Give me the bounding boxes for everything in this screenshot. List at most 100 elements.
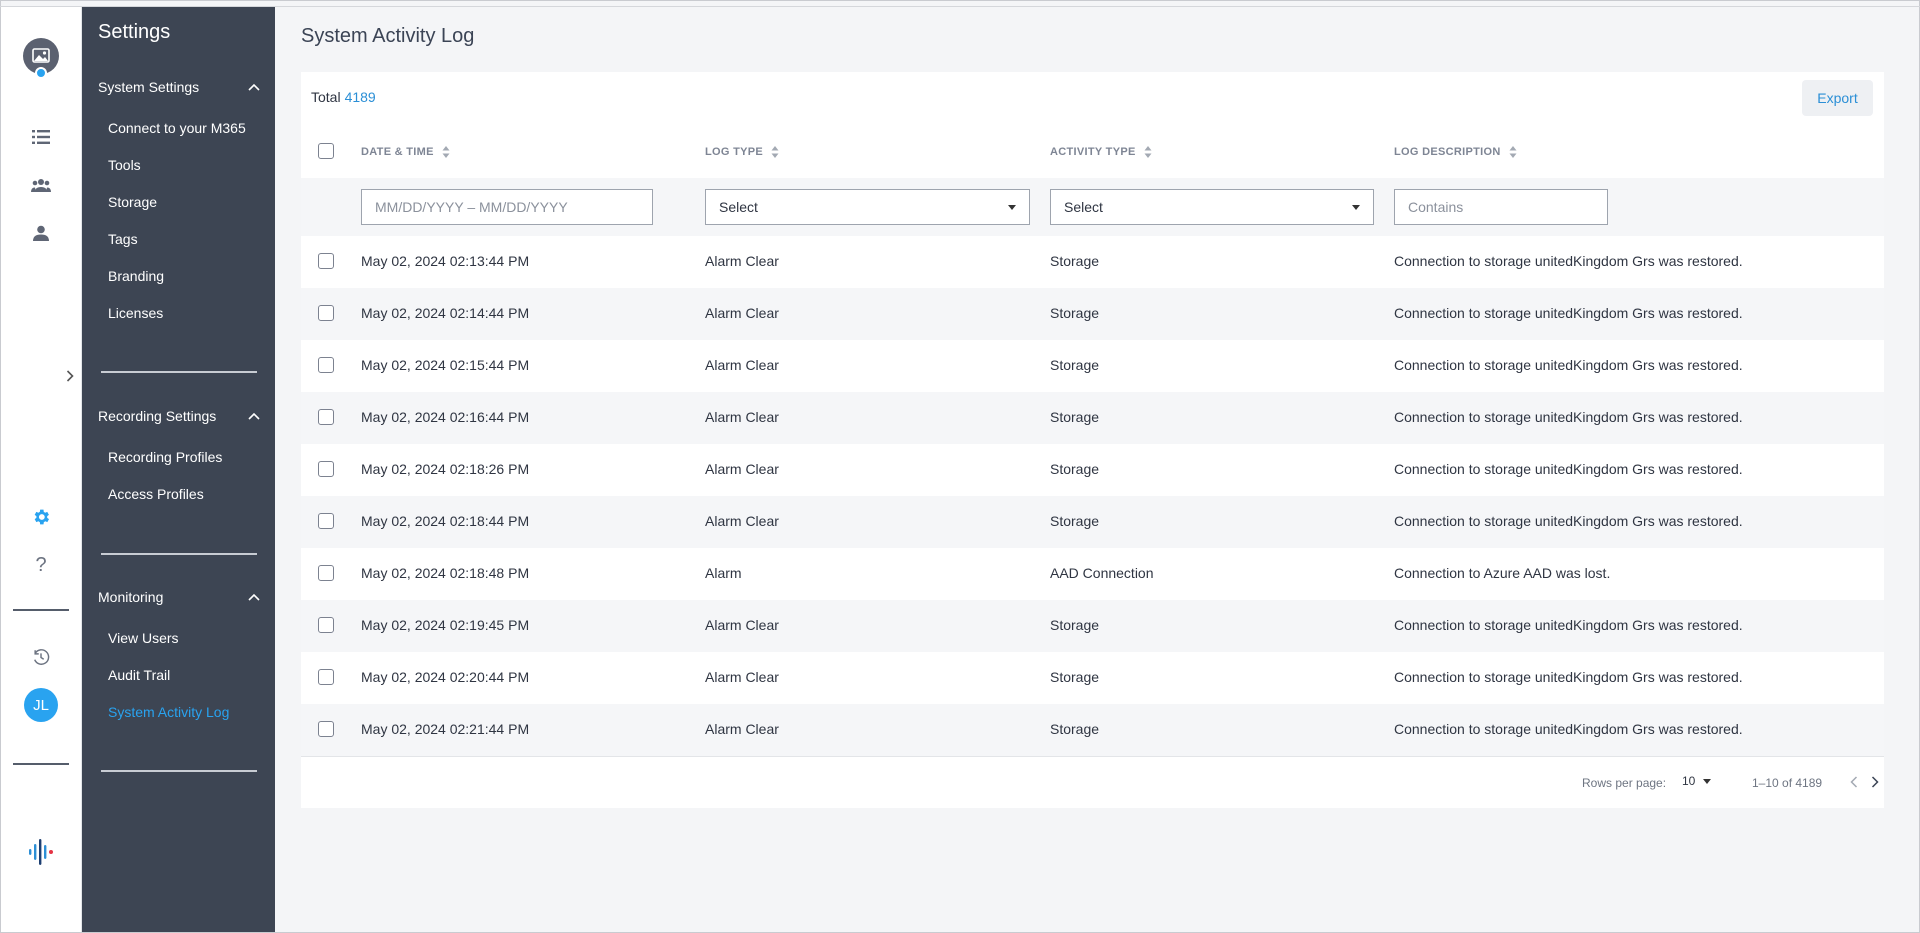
cell-activity: Storage	[1050, 305, 1100, 321]
row-checkbox[interactable]	[318, 513, 334, 529]
table-row[interactable]: May 02, 2024 02:21:44 PM Alarm Clear Stora…	[301, 704, 1884, 756]
sidebar-item-access-profiles[interactable]: Access Profiles	[108, 486, 204, 502]
sidebar-item-tools[interactable]: Tools	[108, 157, 141, 173]
column-label: DATE & TIME	[361, 146, 434, 158]
table-row[interactable]: May 02, 2024 02:19:45 PM Alarm Clear Stora…	[301, 600, 1884, 652]
cell-description: Connection to storage unitedKingdom Grs …	[1394, 721, 1743, 737]
history-icon[interactable]	[1, 645, 81, 669]
total-label: Total	[311, 89, 341, 105]
cell-activity: Storage	[1050, 357, 1100, 373]
avatar-initials: JL	[24, 688, 58, 722]
sidebar-divider	[101, 770, 257, 772]
cell-activity: Storage	[1050, 669, 1100, 685]
avatar[interactable]: JL	[1, 687, 81, 723]
cell-datetime: May 02, 2024 02:18:48 PM	[361, 565, 530, 581]
table-row[interactable]: May 02, 2024 02:20:44 PM Alarm Clear Stora…	[301, 652, 1884, 704]
cell-description: Connection to storage unitedKingdom Grs …	[1394, 617, 1743, 633]
table-row[interactable]: May 02, 2024 02:13:44 PM Alarm Clear Stora…	[301, 236, 1884, 288]
row-checkbox[interactable]	[318, 721, 334, 737]
group-label: System Settings	[98, 79, 200, 95]
table-row[interactable]: May 02, 2024 02:16:44 PM Alarm Clear Stora…	[301, 392, 1884, 444]
prev-page-icon[interactable]	[1846, 773, 1862, 791]
sidebar-item-recording-profiles[interactable]: Recording Profiles	[108, 449, 222, 465]
total-value: 4189	[344, 89, 376, 105]
row-checkbox[interactable]	[318, 617, 334, 633]
sidebar-divider	[101, 371, 257, 373]
cell-datetime: May 02, 2024 02:16:44 PM	[361, 409, 530, 425]
cell-activity: Storage	[1050, 513, 1100, 529]
date-range-input[interactable]	[361, 189, 653, 225]
table-row[interactable]: May 02, 2024 02:18:44 PM Alarm Clear Stora…	[301, 496, 1884, 548]
cell-description: Connection to storage unitedKingdom Grs …	[1394, 357, 1743, 373]
table-row[interactable]: May 02, 2024 02:15:44 PM Alarm Clear Stora…	[301, 340, 1884, 392]
rows-per-page-value: 10	[1682, 774, 1696, 788]
row-checkbox[interactable]	[318, 305, 334, 321]
expand-chevron-icon[interactable]	[61, 365, 79, 387]
select-all-checkbox[interactable]	[318, 143, 334, 159]
cell-log-type: Alarm Clear	[705, 253, 779, 269]
rows-per-page-select[interactable]: 10	[1682, 774, 1712, 788]
export-button[interactable]: Export	[1802, 80, 1873, 116]
cell-datetime: May 02, 2024 02:15:44 PM	[361, 357, 530, 373]
sort-icon	[442, 146, 450, 158]
select-value: Select	[719, 199, 758, 215]
log-type-select[interactable]: Select	[705, 189, 1030, 225]
cell-log-type: Alarm Clear	[705, 357, 779, 373]
sidebar-item-connect-m365[interactable]: Connect to your M365	[108, 120, 246, 136]
table-row[interactable]: May 02, 2024 02:18:26 PM Alarm Clear Stora…	[301, 444, 1884, 496]
row-checkbox[interactable]	[318, 461, 334, 477]
rail-divider	[13, 609, 69, 611]
sidebar-item-audit-trail[interactable]: Audit Trail	[108, 667, 170, 683]
column-label: ACTIVITY TYPE	[1050, 146, 1136, 158]
select-value: Select	[1064, 199, 1103, 215]
cell-datetime: May 02, 2024 02:13:44 PM	[361, 253, 530, 269]
cell-datetime: May 02, 2024 02:19:45 PM	[361, 617, 530, 633]
sidebar-title: Settings	[98, 21, 171, 43]
gear-icon[interactable]	[1, 505, 81, 529]
image-icon[interactable]	[1, 37, 81, 81]
cell-activity: Storage	[1050, 721, 1100, 737]
list-icon[interactable]	[1, 125, 81, 149]
help-icon[interactable]: ?	[1, 553, 81, 577]
cell-activity: Storage	[1050, 409, 1100, 425]
sidebar-item-system-activity-log[interactable]: System Activity Log	[108, 704, 229, 720]
brand-logo	[1, 837, 81, 867]
cell-description: Connection to storage unitedKingdom Grs …	[1394, 669, 1743, 685]
group-monitoring[interactable]: Monitoring	[98, 589, 260, 605]
row-checkbox[interactable]	[318, 409, 334, 425]
cell-activity: Storage	[1050, 253, 1100, 269]
cell-datetime: May 02, 2024 02:20:44 PM	[361, 669, 530, 685]
table-row[interactable]: May 02, 2024 02:18:48 PM Alarm AAD Connect…	[301, 548, 1884, 600]
sidebar-divider	[101, 553, 257, 555]
sidebar-item-view-users[interactable]: View Users	[108, 630, 179, 646]
column-header-activity-type[interactable]: ACTIVITY TYPE	[1050, 145, 1152, 159]
group-system-settings[interactable]: System Settings	[98, 79, 260, 95]
activity-type-select[interactable]: Select	[1050, 189, 1374, 225]
row-checkbox[interactable]	[318, 253, 334, 269]
cell-log-type: Alarm Clear	[705, 409, 779, 425]
row-checkbox[interactable]	[318, 669, 334, 685]
cell-datetime: May 02, 2024 02:21:44 PM	[361, 721, 530, 737]
cell-description: Connection to storage unitedKingdom Grs …	[1394, 513, 1743, 529]
row-checkbox[interactable]	[318, 357, 334, 373]
person-icon[interactable]	[1, 221, 81, 245]
sidebar-item-storage[interactable]: Storage	[108, 194, 157, 210]
column-header-log-type[interactable]: LOG TYPE	[705, 145, 779, 159]
description-filter-input[interactable]	[1394, 189, 1608, 225]
sidebar-item-licenses[interactable]: Licenses	[108, 305, 163, 321]
cell-activity: Storage	[1050, 617, 1100, 633]
sidebar-item-branding[interactable]: Branding	[108, 268, 164, 284]
row-checkbox[interactable]	[318, 565, 334, 581]
cell-log-type: Alarm Clear	[705, 461, 779, 477]
cell-log-type: Alarm Clear	[705, 721, 779, 737]
table-row[interactable]: May 02, 2024 02:14:44 PM Alarm Clear Stora…	[301, 288, 1884, 340]
group-label: Monitoring	[98, 589, 164, 605]
group-icon[interactable]	[1, 173, 81, 197]
caret-down-icon	[1703, 778, 1712, 784]
next-page-icon[interactable]	[1867, 773, 1883, 791]
column-header-log-description[interactable]: LOG DESCRIPTION	[1394, 145, 1517, 159]
column-header-date-time[interactable]: DATE & TIME	[361, 145, 450, 159]
sidebar-item-tags[interactable]: Tags	[108, 231, 138, 247]
group-recording-settings[interactable]: Recording Settings	[98, 408, 260, 424]
top-divider	[0, 6, 1920, 7]
